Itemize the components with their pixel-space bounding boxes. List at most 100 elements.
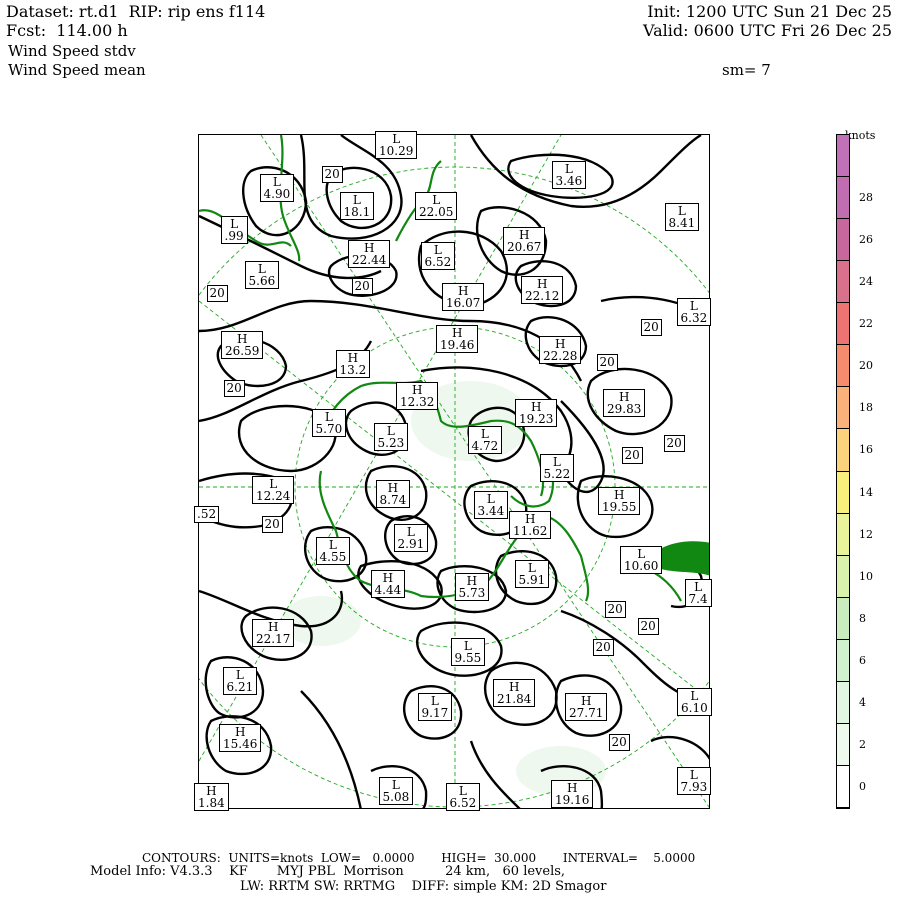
colorbar-segment: [837, 387, 849, 430]
contour-info: CONTOURS: UNITS=knots LOW= 0.0000 HIGH= …: [142, 851, 696, 865]
colorbar: [836, 134, 850, 809]
extremum-value: 6.32: [680, 311, 708, 325]
extremum-label: L 4.90: [259, 174, 295, 202]
extremum-label: H 19.23: [515, 399, 558, 427]
contour-value: 20: [608, 733, 630, 751]
extremum-label: H 8.74: [375, 480, 411, 508]
extremum-value: 20.67: [507, 240, 542, 254]
contour-value: 20: [321, 165, 343, 183]
extremum-label: H 29.83: [603, 389, 646, 417]
extremum-value: 6.52: [449, 796, 477, 810]
extremum-label: L 4.55: [315, 537, 351, 565]
extremum-value: 21.84: [497, 692, 532, 706]
field-mean-label: Wind Speed mean: [8, 61, 146, 79]
contour-value: 20: [640, 318, 662, 336]
extremum-value: 4.72: [471, 439, 499, 453]
extremum-label: H 13.2: [335, 350, 371, 378]
colorbar-tick-label: 8: [859, 611, 866, 625]
extremum-label: L 22.05: [415, 192, 458, 220]
extremum-value: 19.55: [602, 500, 637, 514]
colorbar-segment: [837, 765, 849, 808]
contour-value: 20: [206, 284, 228, 302]
colorbar-tick-label: 20: [859, 359, 873, 373]
smoothing-label: sm= 7: [722, 61, 771, 79]
colorbar-tick-label: 4: [859, 695, 866, 709]
extremum-label: H 15.46: [219, 724, 262, 752]
colorbar-tick-label: 24: [859, 275, 873, 289]
extremum-label: L 5.22: [539, 454, 575, 482]
extremum-value: 12.32: [400, 395, 435, 409]
extremum-label: L 12.24: [252, 476, 295, 504]
extremum-value: 8.74: [379, 493, 407, 507]
extremum-label: L 9.17: [417, 693, 453, 721]
extremum-value: 1.84: [198, 796, 225, 810]
extremum-label: L 6.52: [445, 783, 481, 811]
dataset-label: Dataset: rt.d1 RIP: rip ens f114: [6, 2, 266, 21]
colorbar-tick-label: 22: [859, 317, 873, 331]
extremum-value: 7.93: [680, 780, 708, 794]
extremum-label: H 19.46: [436, 325, 479, 353]
extremum-value: 2.91: [397, 537, 425, 551]
colorbar-segment: [837, 429, 849, 472]
extremum-value: 18.1: [343, 205, 371, 219]
colorbar-segment: [837, 219, 849, 262]
extremum-label: L 6.21: [222, 667, 258, 695]
contour-value: 20: [637, 617, 659, 635]
colorbar-tick-label: 18: [859, 401, 873, 415]
contour-value: 20: [223, 379, 245, 397]
extremum-value: 22.12: [525, 289, 560, 303]
extremum-value: 19.16: [555, 793, 590, 807]
weather-map: [198, 134, 710, 809]
extremum-label: L 7.4: [684, 579, 712, 607]
contour-value: 20: [261, 515, 283, 533]
extremum-label: H 11.62: [509, 511, 552, 539]
extremum-value: 27.71: [569, 706, 604, 720]
extremum-label: L 3.46: [551, 161, 587, 189]
extremum-label: L 6.32: [676, 298, 712, 326]
extremum-label: L 5.08: [378, 777, 414, 805]
colorbar-tick-label: 12: [859, 527, 873, 541]
extremum-label: L 10.29: [375, 131, 418, 159]
edge-contour-value: .52: [194, 506, 220, 523]
extremum-label: L 6.10: [677, 688, 712, 716]
extremum-label: L .99: [220, 216, 248, 244]
model-info: Model Info: V4.3.3 KF MYJ PBL Morrison 2…: [90, 864, 566, 879]
extremum-label: L 10.60: [620, 546, 663, 574]
extremum-value: 5.08: [382, 790, 410, 804]
extremum-label: H 19.16: [551, 780, 594, 808]
extremum-label: L 5.70: [311, 409, 347, 437]
contour-value: 20: [663, 434, 685, 452]
colorbar-tick-label: 2: [859, 737, 866, 751]
extremum-value: 5.73: [458, 586, 486, 600]
extremum-label: H 22.12: [521, 276, 564, 304]
colorbar-tick-label: 10: [859, 569, 873, 583]
extremum-value: 13.2: [339, 363, 367, 377]
extremum-value: 19.23: [519, 412, 554, 426]
physics-info: LW: RRTM SW: RRTMG DIFF: simple KM: 2D S…: [240, 879, 607, 894]
colorbar-tick-label: 16: [859, 443, 873, 457]
field-stdv-label: Wind Speed stdv: [8, 42, 136, 60]
colorbar-segment: [837, 639, 849, 682]
colorbar-segment: [837, 471, 849, 514]
extremum-value: 10.60: [624, 559, 659, 573]
extremum-label: H 26.59: [221, 331, 264, 359]
forecast-hour-label: Fcst: 114.00 h: [6, 21, 128, 40]
extremum-value: 8.41: [668, 216, 696, 230]
colorbar-segment: [837, 681, 849, 724]
colorbar-segment: [837, 345, 849, 388]
extremum-label: L 5.91: [514, 560, 550, 588]
extremum-value: 15.46: [223, 737, 258, 751]
extremum-label: L 7.93: [676, 767, 712, 795]
extremum-value: 5.66: [248, 274, 276, 288]
extremum-label: L 5.23: [373, 423, 409, 451]
extremum-label: L 4.72: [467, 426, 503, 454]
extremum-value: .99: [224, 229, 244, 243]
colorbar-segment: [837, 723, 849, 766]
extremum-label: H 21.84: [493, 679, 536, 707]
extremum-value: 4.44: [374, 583, 402, 597]
extremum-label: L 3.44: [473, 491, 509, 519]
extremum-value: 3.44: [477, 504, 505, 518]
extremum-value: 22.05: [419, 205, 454, 219]
extremum-value: 6.21: [226, 680, 254, 694]
extremum-value: 5.91: [518, 573, 546, 587]
